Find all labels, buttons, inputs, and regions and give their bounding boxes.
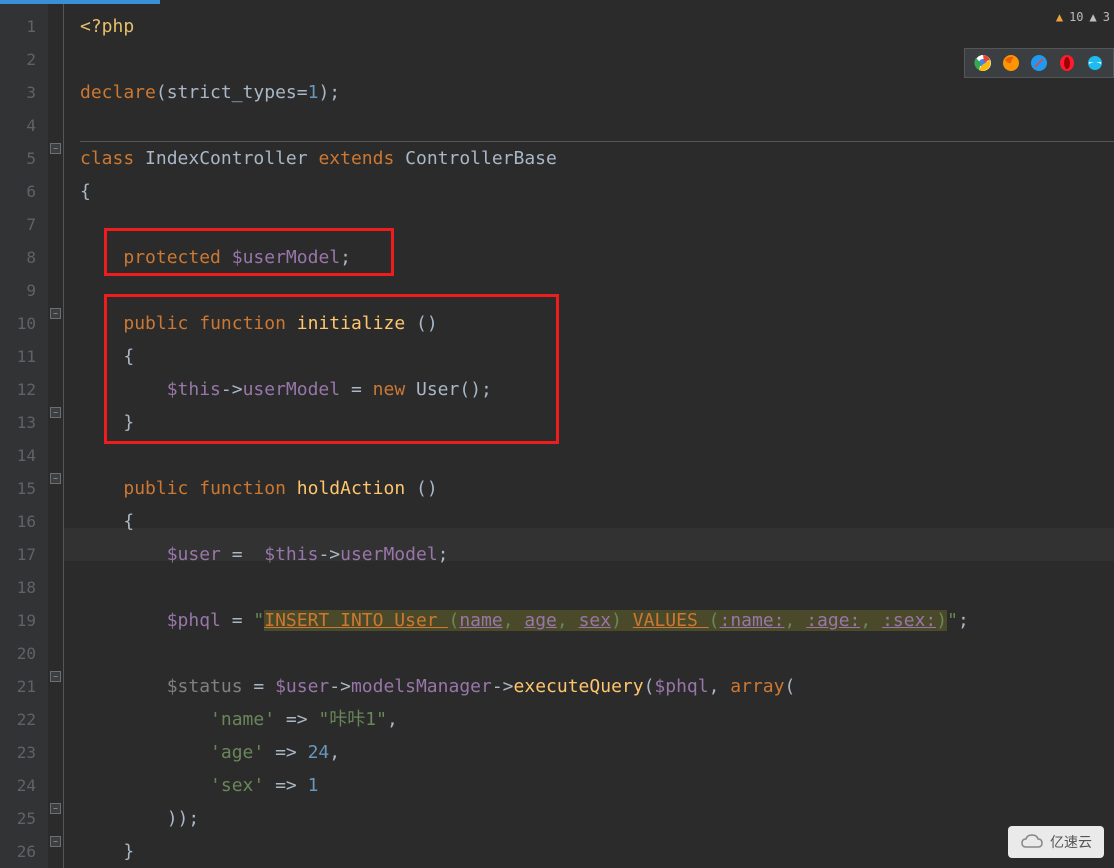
line-number[interactable]: 22 [0,703,48,736]
code-line: class IndexController extends Controller… [80,142,1114,175]
code-line: 'name' => "咔咔1", [80,703,1114,736]
code-line: 'sex' => 1 [80,769,1114,802]
code-line [80,439,1114,472]
code-line: } [80,406,1114,439]
code-content[interactable]: <?php declare(strict_types=1); class Ind… [64,0,1114,868]
browser-preview-toolbar [964,48,1114,78]
code-line: declare(strict_types=1); [80,76,1114,109]
line-number[interactable]: 25 [0,802,48,835]
code-line [80,571,1114,604]
code-line: { [80,175,1114,208]
code-line: protected $userModel; [80,241,1114,274]
progress-bar [0,0,160,4]
fold-toggle[interactable]: − [50,473,61,484]
fold-toggle[interactable]: − [50,308,61,319]
line-number[interactable]: 11 [0,340,48,373]
code-line: public function holdAction () [80,472,1114,505]
code-line: { [80,340,1114,373]
line-number[interactable]: 7 [0,208,48,241]
code-line: { [80,505,1114,538]
code-line [80,637,1114,670]
watermark-text: 亿速云 [1050,832,1092,852]
fold-gutter: − − − − − − − [48,0,64,868]
code-line: <?php [80,10,1114,43]
line-number[interactable]: 18 [0,571,48,604]
watermark: 亿速云 [1008,826,1104,858]
fold-toggle[interactable]: − [50,836,61,847]
line-number[interactable]: 3 [0,76,48,109]
fold-toggle[interactable]: − [50,407,61,418]
line-number[interactable]: 1 [0,10,48,43]
line-number[interactable]: 6 [0,175,48,208]
line-number[interactable]: 10 [0,307,48,340]
opera-icon[interactable] [1057,53,1077,73]
line-number-gutter: 1 2 3 4 5 6 7 8 9 10 11 12 13 14 15 16 1… [0,0,48,868]
code-line: } [80,835,1114,868]
code-line: public function initialize () [80,307,1114,340]
line-number[interactable]: 16 [0,505,48,538]
line-number[interactable]: 13 [0,406,48,439]
fold-toggle[interactable]: − [50,803,61,814]
code-line [80,208,1114,241]
code-line: $user = $this->userModel; [80,538,1114,571]
code-line: $this->userModel = new User(); [80,373,1114,406]
line-number[interactable]: 20 [0,637,48,670]
line-number[interactable]: 15 [0,472,48,505]
line-number[interactable]: 9 [0,274,48,307]
line-number[interactable]: 19 [0,604,48,637]
firefox-icon[interactable] [1001,53,1021,73]
ie-icon[interactable] [1085,53,1105,73]
chrome-icon[interactable] [973,53,993,73]
line-number[interactable]: 8 [0,241,48,274]
code-line: $phql = "INSERT INTO User (name, age, se… [80,604,1114,637]
line-number[interactable]: 5 [0,142,48,175]
fold-toggle[interactable]: − [50,143,61,154]
line-number[interactable]: 17 [0,538,48,571]
line-number[interactable]: 4 [0,109,48,142]
line-number[interactable]: 2 [0,43,48,76]
code-line [80,109,1114,142]
code-line: )); [80,802,1114,835]
line-number[interactable]: 23 [0,736,48,769]
line-number[interactable]: 14 [0,439,48,472]
cloud-icon [1020,833,1044,851]
fold-toggle[interactable]: − [50,671,61,682]
code-line: $status = $user->modelsManager->executeQ… [80,670,1114,703]
safari-icon[interactable] [1029,53,1049,73]
code-editor[interactable]: 1 2 3 4 5 6 7 8 9 10 11 12 13 14 15 16 1… [0,0,1114,868]
line-number[interactable]: 21 [0,670,48,703]
code-line [80,274,1114,307]
line-number[interactable]: 12 [0,373,48,406]
code-line [80,43,1114,76]
line-number[interactable]: 26 [0,835,48,868]
code-line: 'age' => 24, [80,736,1114,769]
line-number[interactable]: 24 [0,769,48,802]
